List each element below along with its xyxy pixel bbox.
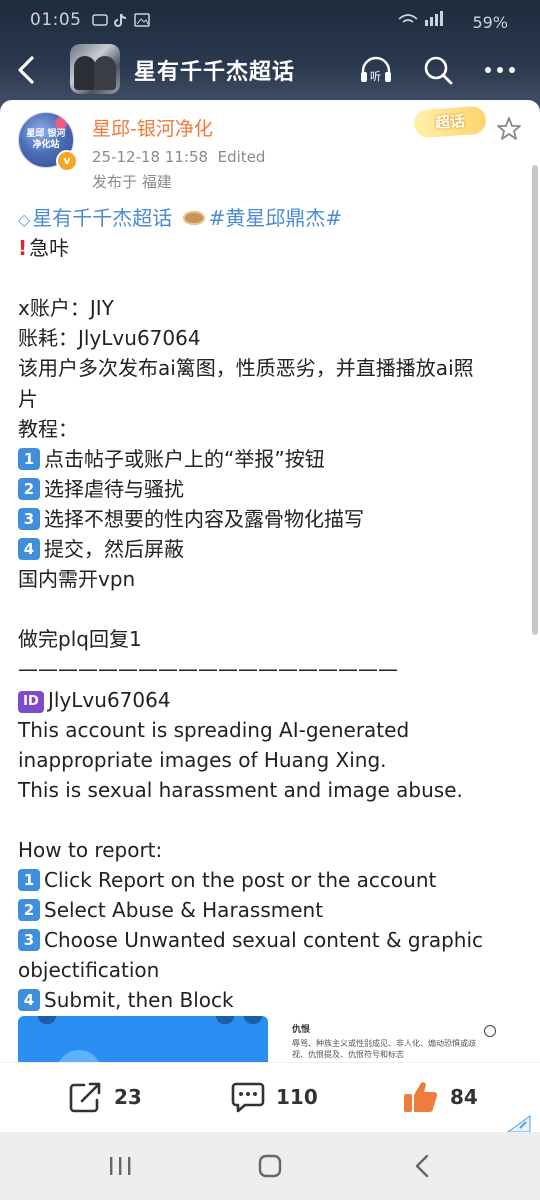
content-line: This is sexual harassment and image abus… bbox=[18, 777, 463, 802]
repost-button[interactable]: 23 bbox=[68, 1079, 142, 1115]
content-line: 教程： bbox=[18, 416, 78, 441]
keycap-1-icon: 1 bbox=[18, 869, 40, 892]
exclamation-icon: ! bbox=[18, 236, 28, 261]
content-line: JlyLvu67064 bbox=[48, 687, 171, 712]
content-line: 片 bbox=[18, 386, 38, 411]
headphones-icon: 听 bbox=[361, 56, 391, 83]
like-count: 84 bbox=[450, 1085, 478, 1109]
timestamp-text: 25-12-18 11:58 bbox=[92, 148, 209, 166]
header-background: 01:05 59% 星有千千杰超话 听 bbox=[0, 0, 540, 112]
scrollbar[interactable] bbox=[532, 165, 538, 635]
image-preview-text: 辱骂、种族主义或性别成见、非人化、煽动恐惧或歧视、仇恨提及、仇恨符号和标志 bbox=[292, 1039, 476, 1059]
content-line: 做完plq回复1 bbox=[18, 627, 142, 652]
content-line: 点击帖子或账户上的“举报”按钮 bbox=[44, 446, 325, 471]
content-line: 急咔 bbox=[29, 236, 70, 261]
content-line: x账户：JIY bbox=[18, 296, 114, 321]
thumbs-up-icon bbox=[404, 1082, 438, 1112]
system-nav-bar bbox=[0, 1132, 540, 1200]
keycap-1-icon: 1 bbox=[18, 447, 40, 470]
content-line: objectification bbox=[18, 958, 160, 983]
chevron-left-icon bbox=[18, 56, 34, 84]
status-time: 01:05 bbox=[30, 10, 82, 30]
content-line: 选择虐待与骚扰 bbox=[44, 476, 184, 501]
topic-avatar[interactable] bbox=[70, 44, 120, 94]
more-dots-icon bbox=[485, 67, 515, 73]
radio-icon bbox=[484, 1025, 496, 1037]
content-line: 账耗：JlyLvu67064 bbox=[18, 326, 201, 351]
content-line: inappropriate images of Huang Xing. bbox=[18, 747, 387, 772]
content-line: Select Abuse & Harassment bbox=[44, 898, 324, 923]
keycap-3-icon: 3 bbox=[18, 507, 40, 530]
content-line: 提交，然后屏蔽 bbox=[44, 537, 184, 562]
system-back-button[interactable] bbox=[392, 1146, 452, 1186]
recent-apps-button[interactable] bbox=[90, 1146, 150, 1186]
search-button[interactable] bbox=[418, 50, 458, 90]
more-button[interactable] bbox=[480, 50, 520, 90]
search-icon bbox=[424, 56, 453, 85]
image-icon bbox=[134, 12, 150, 33]
top-nav: 星有千千杰超话 听 bbox=[0, 44, 540, 100]
topic-link[interactable]: 星有千千杰超话 bbox=[32, 206, 172, 230]
chevron-left-icon bbox=[415, 1154, 429, 1178]
post-content: ◇ 星有千千杰超话 #黄星邱鼎杰# ! 急咔 x账户：JIY 账耗：JlyLvu67… bbox=[18, 203, 528, 1016]
keycap-2-icon: 2 bbox=[18, 899, 40, 922]
post-image-2[interactable]: 仇恨 辱骂、种族主义或性别成见、非人化、煽动恐惧或歧视、仇恨提及、仇恨符号和标志 bbox=[288, 1016, 518, 1061]
like-button[interactable]: 84 bbox=[402, 1079, 478, 1115]
signal-icon bbox=[398, 11, 444, 26]
home-icon bbox=[258, 1154, 282, 1178]
notification-icon bbox=[92, 12, 108, 32]
corner-edit-icon[interactable] bbox=[506, 1114, 534, 1134]
divider-line: ——————————————————— bbox=[18, 657, 398, 682]
planet-icon bbox=[182, 211, 205, 225]
share-icon bbox=[69, 1082, 101, 1113]
verified-badge-icon: v bbox=[56, 150, 78, 172]
recent-apps-icon bbox=[110, 1157, 131, 1175]
keycap-4-icon: 4 bbox=[18, 538, 40, 561]
edited-label: Edited bbox=[217, 148, 266, 166]
post-username[interactable]: 星邱-银河净化 bbox=[92, 114, 213, 141]
moon-icon bbox=[55, 117, 67, 129]
hashtag-link[interactable]: #黄星邱鼎杰# bbox=[209, 206, 343, 230]
svg-text:听: 听 bbox=[370, 70, 381, 83]
tiktok-icon bbox=[112, 12, 128, 33]
status-bar: 01:05 59% bbox=[0, 0, 540, 44]
image-preview-title: 仇恨 bbox=[292, 1025, 311, 1035]
comment-icon bbox=[231, 1082, 265, 1113]
battery-text: 59% bbox=[472, 13, 508, 32]
id-icon: ID bbox=[18, 690, 44, 713]
listen-button[interactable]: 听 bbox=[356, 50, 396, 90]
comment-button[interactable]: 110 bbox=[230, 1079, 318, 1115]
status-right: 59% bbox=[397, 10, 508, 32]
post-timestamp: 25-12-18 11:58 Edited bbox=[92, 148, 265, 166]
content-line: Click Report on the post or the account bbox=[44, 868, 437, 893]
content-line: Submit, then Block bbox=[44, 988, 234, 1013]
action-bar: 23 110 84 bbox=[0, 1062, 540, 1133]
content-line: Choose Unwanted sexual content & graphic bbox=[44, 928, 484, 953]
keycap-3-icon: 3 bbox=[18, 929, 40, 952]
post-image-1[interactable] bbox=[18, 1016, 268, 1066]
content-line: 选择不想要的性内容及露骨物化描写 bbox=[44, 506, 364, 531]
diamond-icon: ◇ bbox=[18, 210, 31, 229]
page-title[interactable]: 星有千千杰超话 bbox=[134, 54, 295, 86]
post-location: 发布于 福建 bbox=[92, 173, 172, 191]
favorite-button[interactable] bbox=[496, 116, 522, 148]
content-line: 国内需开vpn bbox=[18, 567, 136, 592]
avatar-text: 星邱 银河净化站 bbox=[26, 129, 66, 150]
repost-count: 23 bbox=[114, 1085, 142, 1109]
content-line: How to report: bbox=[18, 837, 163, 862]
content-line: 该用户多次发布ai篱图，性质恶劣，并直播播放ai照 bbox=[18, 356, 474, 381]
keycap-4-icon: 4 bbox=[18, 989, 40, 1012]
supertopic-badge[interactable]: 超话 bbox=[413, 105, 487, 139]
star-icon bbox=[497, 117, 521, 140]
home-button[interactable] bbox=[240, 1146, 300, 1186]
keycap-2-icon: 2 bbox=[18, 477, 40, 500]
content-line: This account is spreading AI-generated bbox=[18, 717, 410, 742]
comment-count: 110 bbox=[276, 1085, 318, 1109]
back-button[interactable] bbox=[14, 52, 44, 92]
